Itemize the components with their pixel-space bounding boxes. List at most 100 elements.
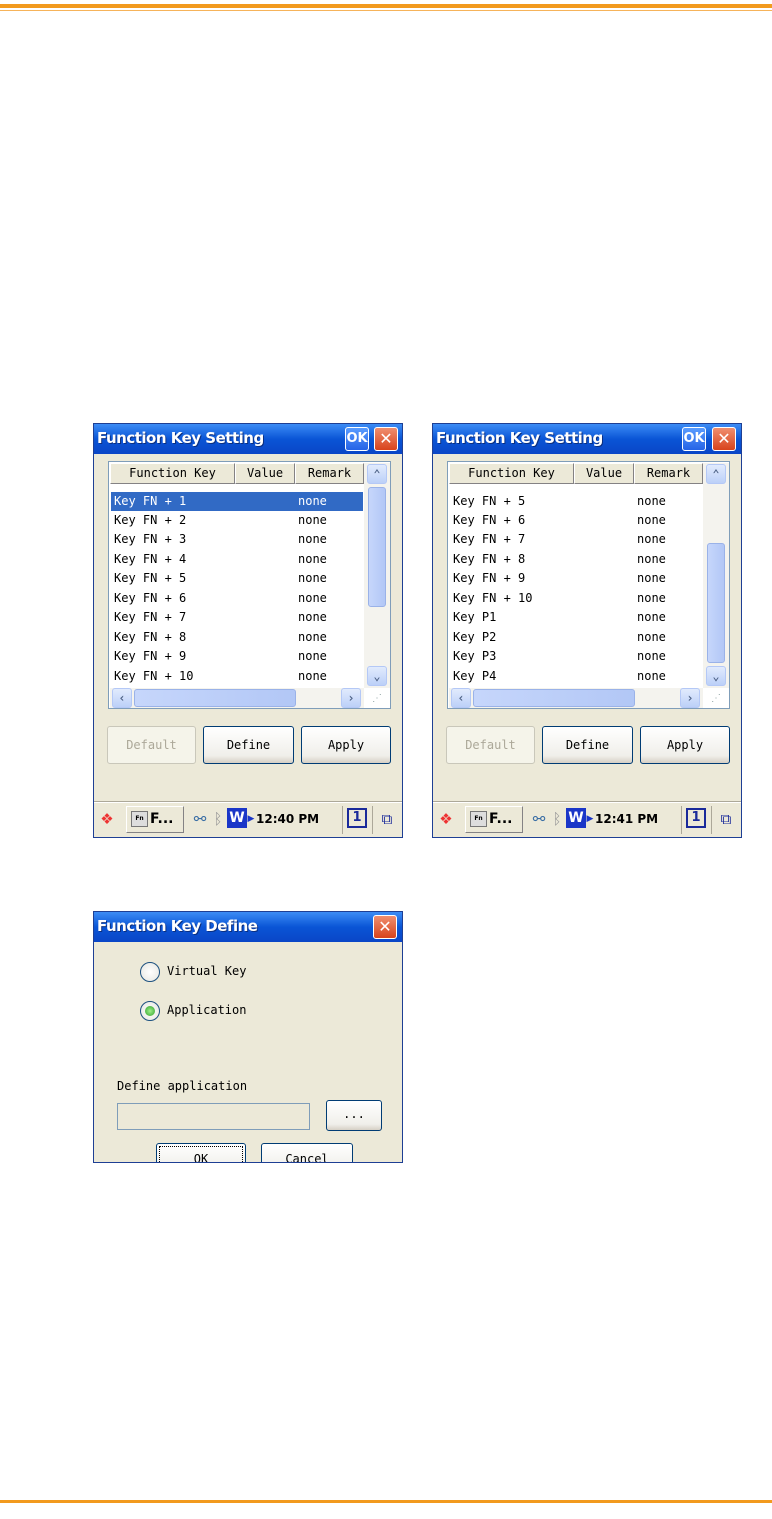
arrow-right-icon[interactable]: ▶: [247, 807, 255, 831]
list-item[interactable]: Key FN + 9 none: [111, 647, 363, 666]
application-radio[interactable]: [140, 1001, 160, 1021]
scroll-thumb[interactable]: [368, 487, 386, 607]
virtual-key-label[interactable]: Virtual Key: [167, 964, 246, 978]
clock[interactable]: 12:41 PM: [595, 807, 658, 831]
divider: [711, 806, 712, 834]
list-item[interactable]: Key FN + 8 none: [450, 550, 702, 569]
default-button[interactable]: Default: [446, 726, 535, 764]
ok-button[interactable]: OK: [682, 427, 706, 451]
window-title: Function Key Setting: [436, 429, 603, 447]
list-item[interactable]: Key FN + 8 none: [111, 628, 363, 647]
function-key-define-dialog: Function Key Define ✕ Virtual Key Applic…: [93, 911, 403, 1163]
start-icon[interactable]: ❖: [435, 807, 457, 831]
divider: [681, 806, 682, 834]
scroll-thumb[interactable]: [473, 689, 635, 707]
function-key-list[interactable]: Function Key Value Remark Key FN + 1 none…: [108, 461, 391, 709]
dialog-title: Function Key Define: [97, 917, 258, 935]
cancel-button[interactable]: Cancel: [261, 1143, 353, 1162]
taskbar-app-button[interactable]: Fn F...: [465, 806, 523, 833]
start-icon[interactable]: ❖: [96, 807, 118, 831]
scroll-left-icon[interactable]: ‹: [451, 688, 471, 708]
wlan-icon[interactable]: W: [566, 808, 586, 828]
scroll-down-icon[interactable]: ⌄: [706, 666, 726, 686]
apply-button[interactable]: Apply: [640, 726, 730, 764]
scroll-up-icon[interactable]: ⌃: [706, 464, 726, 484]
bluetooth-icon[interactable]: ᛒ: [549, 807, 565, 831]
taskbar-app-button[interactable]: Fn F...: [126, 806, 184, 833]
wlan-icon[interactable]: W: [227, 808, 247, 828]
desktop-number-icon[interactable]: 1: [686, 808, 706, 828]
list-item[interactable]: Key P1 none: [450, 608, 702, 627]
ok-button[interactable]: OK: [345, 427, 369, 451]
switch-window-icon[interactable]: ⧉: [716, 807, 736, 831]
list-item[interactable]: Key FN + 4 none: [111, 550, 363, 569]
define-button[interactable]: Define: [203, 726, 294, 764]
scroll-thumb[interactable]: [707, 543, 725, 663]
scroll-right-icon[interactable]: ›: [680, 688, 700, 708]
vertical-scrollbar[interactable]: ⌃ ⌄: [703, 463, 729, 688]
horizontal-scrollbar[interactable]: ‹ ›: [110, 688, 364, 708]
radio-selected-dot: [145, 1006, 155, 1016]
close-icon[interactable]: ✕: [712, 427, 736, 451]
divider: [342, 806, 343, 834]
window-title: Function Key Setting: [97, 429, 264, 447]
function-key-list[interactable]: Function Key Value Remark Key FN + 5 none…: [447, 461, 730, 709]
column-header-function-key[interactable]: Function Key: [110, 463, 235, 484]
define-button[interactable]: Define: [542, 726, 633, 764]
list-item[interactable]: Key FN + 7 none: [450, 530, 702, 549]
column-header-remark[interactable]: Remark: [295, 463, 364, 484]
close-icon[interactable]: ✕: [373, 915, 397, 939]
column-header-value[interactable]: Value: [574, 463, 634, 484]
list-item[interactable]: Key FN + 5 none: [450, 492, 702, 511]
scroll-right-icon[interactable]: ›: [341, 688, 361, 708]
header-rule-thin: [0, 10, 772, 11]
apply-button[interactable]: Apply: [301, 726, 391, 764]
network-icon[interactable]: ⚯: [529, 807, 549, 831]
application-path-field[interactable]: [117, 1103, 310, 1130]
title-bar: Function Key Define ✕: [94, 912, 402, 942]
close-icon[interactable]: ✕: [374, 427, 398, 451]
title-bar: Function Key Setting OK ✕: [94, 424, 402, 454]
list-item[interactable]: Key P4 none: [450, 667, 702, 686]
resize-grip-icon: ⋰: [711, 693, 721, 704]
taskbar: ❖ Fn F... ⚯ ᛒ W ▶ 12:41 PM 1 ⧉: [433, 802, 741, 837]
list-item[interactable]: Key FN + 10 none: [111, 667, 363, 686]
scroll-down-icon[interactable]: ⌄: [367, 666, 387, 686]
application-label[interactable]: Application: [167, 1003, 246, 1017]
network-icon[interactable]: ⚯: [190, 807, 210, 831]
list-item[interactable]: Key FN + 7 none: [111, 608, 363, 627]
fn-app-icon: Fn: [470, 811, 487, 827]
arrow-right-icon[interactable]: ▶: [586, 807, 594, 831]
bluetooth-icon[interactable]: ᛒ: [210, 807, 226, 831]
list-item[interactable]: Key FN + 6 none: [111, 589, 363, 608]
switch-window-icon[interactable]: ⧉: [377, 807, 397, 831]
divider: [372, 806, 373, 834]
define-application-label: Define application: [117, 1079, 248, 1093]
vertical-scrollbar[interactable]: ⌃ ⌄: [364, 463, 390, 688]
list-item[interactable]: Key FN + 9 none: [450, 569, 702, 588]
column-header-function-key[interactable]: Function Key: [449, 463, 574, 484]
horizontal-scrollbar[interactable]: ‹ ›: [449, 688, 703, 708]
list-item[interactable]: Key P3 none: [450, 647, 702, 666]
list-item[interactable]: Key FN + 6 none: [450, 511, 702, 530]
footer-rule: [0, 1500, 772, 1503]
list-item[interactable]: Key FN + 10 none: [450, 589, 702, 608]
list-item[interactable]: Key P2 none: [450, 628, 702, 647]
desktop-number-icon[interactable]: 1: [347, 808, 367, 828]
taskbar: ❖ Fn F... ⚯ ᛒ W ▶ 12:40 PM 1 ⧉: [94, 802, 402, 837]
default-button[interactable]: Default: [107, 726, 196, 764]
virtual-key-radio[interactable]: [140, 962, 160, 982]
list-item[interactable]: Key FN + 2 none: [111, 511, 363, 530]
scroll-left-icon[interactable]: ‹: [112, 688, 132, 708]
column-header-value[interactable]: Value: [235, 463, 295, 484]
list-item[interactable]: Key FN + 3 none: [111, 530, 363, 549]
clock[interactable]: 12:40 PM: [256, 807, 319, 831]
browse-button[interactable]: ...: [326, 1100, 382, 1131]
list-item[interactable]: Key FN + 1 none: [111, 492, 363, 511]
list-item[interactable]: Key FN + 5 none: [111, 569, 363, 588]
scroll-thumb[interactable]: [134, 689, 296, 707]
scroll-up-icon[interactable]: ⌃: [367, 464, 387, 484]
column-header-remark[interactable]: Remark: [634, 463, 703, 484]
ok-button[interactable]: OK: [156, 1143, 246, 1162]
header-rule: [0, 4, 772, 8]
